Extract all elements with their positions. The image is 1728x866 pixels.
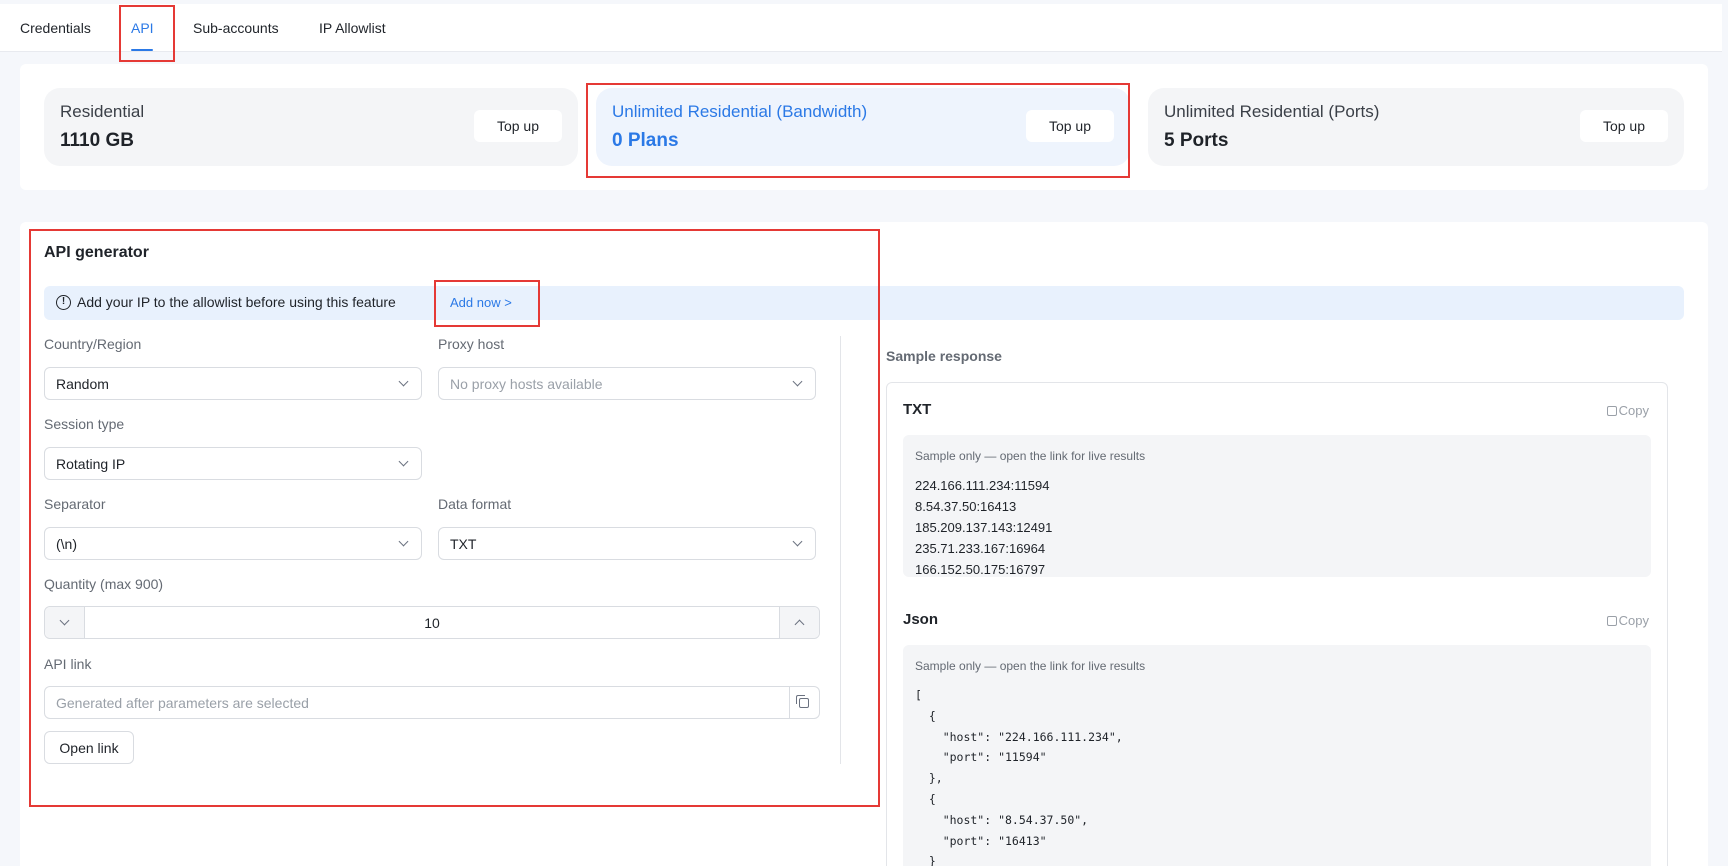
copy-icon <box>1606 406 1617 416</box>
notice-text: Add your IP to the allowlist before usin… <box>77 294 396 310</box>
plan-value: 5 Ports <box>1164 130 1229 151</box>
chevron-down-icon <box>398 456 409 467</box>
plan-summary: Residential 1110 GB Top up Unlimited Res… <box>20 64 1708 190</box>
plan-title: Residential <box>60 102 145 121</box>
sample-note: Sample only — open the link for live res… <box>915 659 1146 673</box>
chevron-down-icon <box>59 615 70 626</box>
copy-label: Copy <box>1618 403 1649 418</box>
session-type-label: Session type <box>44 416 125 432</box>
json-sample-block: Sample only — open the link for live res… <box>903 645 1651 866</box>
top-up-button[interactable]: Top up <box>474 110 562 142</box>
tab-ip-allowlist[interactable]: IP Allowlist <box>319 20 386 36</box>
separator-select[interactable]: (\n) <box>44 527 422 560</box>
copy-txt-button[interactable]: Copy <box>1606 403 1649 418</box>
plan-card-unlimited-ports: Unlimited Residential (Ports) 5 Ports To… <box>1148 88 1684 166</box>
separator-label: Separator <box>44 496 106 512</box>
info-icon: ! <box>56 295 71 310</box>
tab-credentials[interactable]: Credentials <box>20 20 91 36</box>
txt-line: 8.54.37.50:16413 <box>915 499 1017 514</box>
txt-title: TXT <box>903 401 932 418</box>
copy-icon <box>796 695 809 708</box>
open-link-button[interactable]: Open link <box>44 731 134 764</box>
plan-value: 1110 GB <box>60 130 134 151</box>
txt-line: 166.152.50.175:16797 <box>915 562 1046 577</box>
plan-card-residential: Residential 1110 GB Top up <box>44 88 578 166</box>
chevron-down-icon <box>398 536 409 547</box>
quantity-stepper: 10 <box>44 606 820 639</box>
select-value: Random <box>56 376 109 392</box>
plan-card-unlimited-bandwidth: Unlimited Residential (Bandwidth) 0 Plan… <box>596 88 1130 166</box>
txt-lines: 224.166.111.234:11594 8.54.37.50:16413 1… <box>915 475 1052 580</box>
top-tab-bar: Credentials API Sub-accounts IP Allowlis… <box>0 4 1722 52</box>
txt-sample-block: Sample only — open the link for live res… <box>903 435 1651 577</box>
select-value: Rotating IP <box>56 456 126 472</box>
txt-line: 224.166.111.234:11594 <box>915 478 1050 493</box>
data-format-select[interactable]: TXT <box>438 527 816 560</box>
select-value: TXT <box>450 536 477 552</box>
increment-button[interactable] <box>779 607 819 638</box>
session-type-select[interactable]: Rotating IP <box>44 447 422 480</box>
proxy-host-select[interactable]: No proxy hosts available <box>438 367 816 400</box>
active-tab-indicator <box>131 49 153 51</box>
top-up-button[interactable]: Top up <box>1026 110 1114 142</box>
quantity-label: Quantity (max 900) <box>44 576 164 592</box>
add-now-link[interactable]: Add now > <box>450 295 512 310</box>
api-generator-panel: API generator ! Add your IP to the allow… <box>20 222 1708 866</box>
chevron-down-icon <box>792 376 803 387</box>
decrement-button[interactable] <box>45 607 85 638</box>
tab-api[interactable]: API <box>131 20 154 36</box>
top-up-button[interactable]: Top up <box>1580 110 1668 142</box>
api-link-field[interactable]: Generated after parameters are selected <box>44 686 790 719</box>
txt-line: 185.209.137.143:12491 <box>915 520 1053 535</box>
data-format-label: Data format <box>438 496 512 512</box>
tab-sub-accounts[interactable]: Sub-accounts <box>193 20 279 36</box>
proxy-host-label: Proxy host <box>438 336 505 352</box>
copy-label: Copy <box>1618 613 1649 628</box>
copy-json-button[interactable]: Copy <box>1606 613 1649 628</box>
quantity-input[interactable]: 10 <box>85 615 779 631</box>
chevron-down-icon <box>792 536 803 547</box>
api-link-placeholder: Generated after parameters are selected <box>56 695 309 711</box>
chevron-down-icon <box>398 376 409 387</box>
column-divider <box>840 336 841 764</box>
select-value: (\n) <box>56 536 77 552</box>
country-select[interactable]: Random <box>44 367 422 400</box>
allowlist-notice: ! Add your IP to the allowlist before us… <box>44 286 1684 320</box>
copy-link-button[interactable] <box>790 686 820 719</box>
sample-note: Sample only — open the link for live res… <box>915 449 1146 463</box>
copy-icon <box>1606 616 1617 626</box>
country-label: Country/Region <box>44 336 142 352</box>
sample-response-title: Sample response <box>886 348 1002 364</box>
plan-title: Unlimited Residential (Ports) <box>1164 102 1380 121</box>
plan-title: Unlimited Residential (Bandwidth) <box>612 102 868 121</box>
chevron-up-icon <box>794 619 805 630</box>
select-value: No proxy hosts available <box>450 376 603 392</box>
txt-line: 235.71.233.167:16964 <box>915 541 1046 556</box>
sample-response-box: TXT Copy Sample only — open the link for… <box>886 382 1668 866</box>
api-link-label: API link <box>44 656 92 672</box>
json-code: [ { "host": "224.166.111.234", "port": "… <box>915 688 1123 866</box>
panel-title: API generator <box>44 244 149 261</box>
json-title: Json <box>903 611 939 628</box>
plan-value: 0 Plans <box>612 130 679 151</box>
